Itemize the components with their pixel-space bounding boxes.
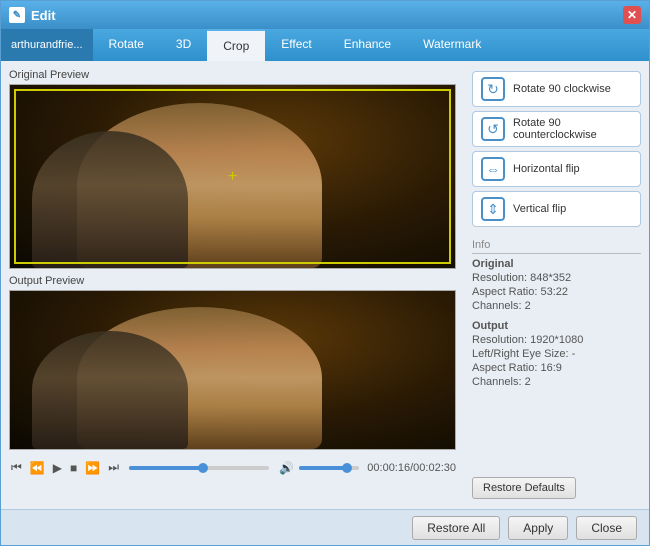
output-preview-box — [9, 290, 456, 450]
volume-bar[interactable] — [299, 466, 359, 470]
tab-effect[interactable]: Effect — [265, 29, 327, 61]
rotate-ccw-label: Rotate 90 counterclockwise — [513, 117, 632, 141]
left-panel: Original Preview + Output Preview ⏮ ⏪ — [1, 61, 464, 509]
original-resolution: Resolution: 848*352 — [472, 272, 641, 284]
title-bar: ✎ Edit ✕ — [1, 1, 649, 29]
window-icon: ✎ — [9, 7, 25, 23]
file-tab[interactable]: arthurandfrie... — [1, 29, 93, 61]
close-button[interactable]: ✕ — [623, 6, 641, 24]
rotate-ccw-icon: ↺ — [481, 117, 505, 141]
original-preview-box: + — [9, 84, 456, 269]
step-forward-button[interactable]: ⏩ — [83, 459, 102, 477]
main-window: ✎ Edit ✕ arthurandfrie... Rotate 3D Crop… — [0, 0, 650, 546]
output-label: Output — [472, 320, 641, 332]
apply-button[interactable]: Apply — [508, 516, 568, 540]
output-left-right: Left/Right Eye Size: - — [472, 348, 641, 360]
time-display: 00:00:16/00:02:30 — [367, 462, 456, 474]
original-label: Original — [472, 258, 641, 270]
bottom-bar: Restore All Apply Close — [1, 509, 649, 545]
main-content: Original Preview + Output Preview ⏮ ⏪ — [1, 61, 649, 509]
play-button[interactable]: ▶ — [51, 459, 64, 477]
tab-rotate[interactable]: Rotate — [93, 29, 160, 61]
tab-watermark[interactable]: Watermark — [407, 29, 497, 61]
playback-controls: ⏮ ⏪ ▶ ■ ⏩ ⏭ 🔊 00:00:1 — [9, 454, 456, 481]
tab-enhance[interactable]: Enhance — [328, 29, 407, 61]
restore-defaults-button[interactable]: Restore Defaults — [472, 477, 576, 499]
step-back-button[interactable]: ⏪ — [28, 459, 47, 477]
progress-fill — [129, 466, 206, 470]
output-resolution: Resolution: 1920*1080 — [472, 334, 641, 346]
rotate-cw-icon: ↻ — [481, 77, 505, 101]
rotate-cw-label: Rotate 90 clockwise — [513, 83, 611, 95]
volume-fill — [299, 466, 344, 470]
crop-selection-box[interactable]: + — [14, 89, 451, 264]
crosshair-icon: + — [228, 168, 237, 186]
restore-all-button[interactable]: Restore All — [412, 516, 500, 540]
h-flip-label: Horizontal flip — [513, 163, 580, 175]
rotate-ccw-button[interactable]: ↺ Rotate 90 counterclockwise — [472, 111, 641, 147]
output-channels: Channels: 2 — [472, 376, 641, 388]
tab-bar: arthurandfrie... Rotate 3D Crop Effect E… — [1, 29, 649, 61]
stop-button[interactable]: ■ — [68, 459, 79, 477]
info-section: Info Original Resolution: 848*352 Aspect… — [472, 239, 641, 390]
original-preview-label: Original Preview — [9, 69, 456, 81]
h-flip-icon: ⇔ — [481, 157, 505, 181]
time-current: 00:00:16 — [367, 462, 410, 474]
rotate-cw-button[interactable]: ↻ Rotate 90 clockwise — [472, 71, 641, 107]
output-figure-young — [32, 331, 188, 450]
progress-thumb[interactable] — [198, 463, 208, 473]
original-channels: Channels: 2 — [472, 300, 641, 312]
time-total: 00:02:30 — [413, 462, 456, 474]
progress-bar[interactable] — [129, 466, 269, 470]
volume-thumb[interactable] — [342, 463, 352, 473]
original-aspect: Aspect Ratio: 53:22 — [472, 286, 641, 298]
window-title: Edit — [31, 8, 623, 23]
tab-crop[interactable]: Crop — [207, 29, 265, 61]
tab-3d[interactable]: 3D — [160, 29, 207, 61]
v-flip-icon: ⇕ — [481, 197, 505, 221]
output-preview-label: Output Preview — [9, 275, 456, 287]
close-dialog-button[interactable]: Close — [576, 516, 637, 540]
volume-icon[interactable]: 🔊 — [277, 459, 296, 477]
output-aspect: Aspect Ratio: 16:9 — [472, 362, 641, 374]
skip-forward-button[interactable]: ⏭ — [106, 458, 121, 477]
right-panel: ↻ Rotate 90 clockwise ↺ Rotate 90 counte… — [464, 61, 649, 509]
v-flip-button[interactable]: ⇕ Vertical flip — [472, 191, 641, 227]
h-flip-button[interactable]: ⇔ Horizontal flip — [472, 151, 641, 187]
volume-control: 🔊 — [277, 459, 359, 477]
v-flip-label: Vertical flip — [513, 203, 566, 215]
skip-back-button[interactable]: ⏮ — [9, 458, 24, 477]
info-title: Info — [472, 239, 641, 254]
